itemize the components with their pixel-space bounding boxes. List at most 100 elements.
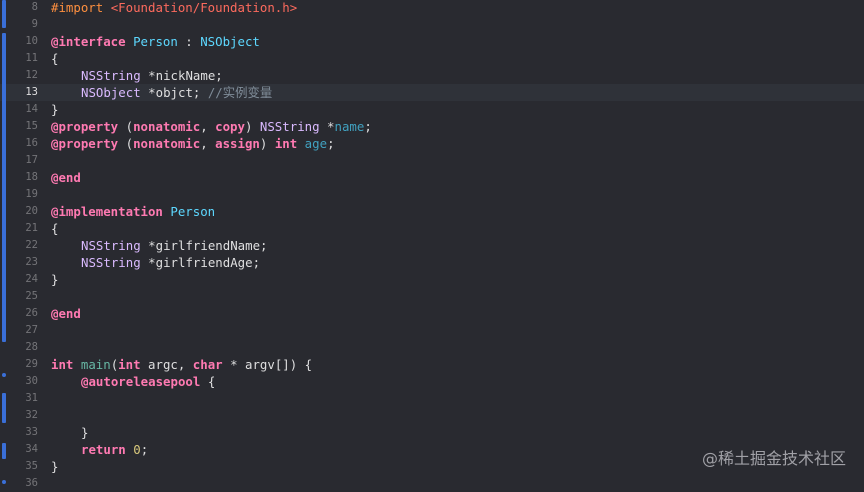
change-bar[interactable] bbox=[2, 443, 6, 459]
code-line[interactable]: 31 bbox=[0, 390, 864, 407]
code-token: } bbox=[51, 272, 59, 287]
code-text[interactable]: int main(int argc, char * argv[]) { bbox=[51, 356, 312, 373]
code-token: nonatomic bbox=[133, 136, 201, 151]
code-token: assign bbox=[215, 136, 260, 151]
code-token: { bbox=[51, 221, 59, 236]
code-line[interactable]: 14} bbox=[0, 101, 864, 118]
code-line[interactable]: 33} bbox=[0, 424, 864, 441]
watermark: @稀土掘金技术社区 bbox=[701, 449, 846, 468]
code-token: return bbox=[81, 442, 126, 457]
code-line[interactable]: 30 @autoreleasepool { bbox=[0, 373, 864, 390]
code-text[interactable]: NSString *nickName; bbox=[51, 67, 223, 84]
code-token: *objct; bbox=[140, 85, 208, 100]
code-token: @autoreleasepool bbox=[81, 374, 201, 389]
code-token: int bbox=[118, 357, 141, 372]
code-line[interactable]: 13 NSObject *objct; //实例变量 bbox=[0, 84, 864, 101]
code-text[interactable]: { bbox=[51, 50, 58, 67]
code-token: nonatomic bbox=[133, 119, 201, 134]
code-token: #import bbox=[51, 0, 111, 15]
code-token: @end bbox=[51, 170, 81, 185]
code-text[interactable]: } bbox=[51, 424, 88, 441]
code-token: NSObject bbox=[81, 85, 141, 100]
code-line[interactable]: 21{ bbox=[0, 220, 864, 237]
code-token: *girlfriendAge; bbox=[140, 255, 261, 270]
code-line[interactable]: 18 @end bbox=[0, 169, 864, 186]
code-line[interactable]: 25 bbox=[0, 288, 864, 305]
code-token: * argv[]) { bbox=[222, 357, 313, 372]
code-token: @property bbox=[51, 119, 119, 134]
code-editor[interactable]: 36 35} 34 return 0; 33} 32 31 30 @autoreleasepoo… bbox=[0, 0, 864, 489]
code-token: @property bbox=[51, 136, 119, 151]
code-text[interactable]: } bbox=[51, 271, 58, 288]
change-bar[interactable] bbox=[2, 33, 6, 342]
code-text[interactable]: @end bbox=[51, 305, 81, 322]
code-token: argc, bbox=[140, 357, 193, 372]
code-text[interactable]: NSObject *objct; //实例变量 bbox=[51, 84, 272, 101]
code-text[interactable]: { bbox=[51, 220, 58, 237]
code-token: NSObject bbox=[200, 34, 260, 49]
code-line[interactable]: 16 @property (nonatomic, assign) int age; bbox=[0, 135, 864, 152]
line-number: 29 bbox=[25, 358, 38, 370]
code-line[interactable]: 23 NSString *girlfriendAge; bbox=[0, 254, 864, 271]
change-indicator[interactable] bbox=[2, 373, 6, 377]
code-line[interactable]: 17 bbox=[0, 152, 864, 169]
code-line[interactable]: 12 NSString *nickName; bbox=[0, 67, 864, 84]
code-token: , bbox=[200, 136, 216, 151]
code-text[interactable]: @autoreleasepool { bbox=[51, 373, 215, 390]
line-number: 33 bbox=[25, 426, 38, 438]
code-token: NSString bbox=[259, 119, 320, 134]
code-text[interactable]: @implementation Person bbox=[51, 203, 215, 220]
code-line[interactable]: 22 NSString *girlfriendName; bbox=[0, 237, 864, 254]
code-line[interactable]: 11{ bbox=[0, 50, 864, 67]
code-token: : bbox=[177, 34, 201, 49]
code-token: <Foundation/Foundation.h> bbox=[110, 0, 298, 15]
change-bar[interactable] bbox=[2, 393, 6, 423]
code-line[interactable]: 24} bbox=[0, 271, 864, 288]
code-token: NSString bbox=[81, 68, 141, 83]
code-text[interactable]: } bbox=[51, 101, 58, 118]
code-token: NSString bbox=[81, 255, 141, 270]
code-text[interactable]: @property (nonatomic, copy) NSString *na… bbox=[51, 118, 372, 135]
change-bar[interactable] bbox=[2, 0, 6, 28]
code-text[interactable]: @end bbox=[51, 169, 81, 186]
code-line[interactable]: 20 @implementation Person bbox=[0, 203, 864, 220]
code-token: age bbox=[304, 136, 328, 151]
code-token: @implementation bbox=[51, 204, 171, 219]
code-token: char bbox=[192, 357, 223, 372]
code-text[interactable]: return 0; bbox=[51, 441, 148, 458]
code-token: ( bbox=[118, 119, 134, 134]
code-token: , bbox=[200, 119, 216, 134]
code-token: } bbox=[81, 425, 89, 440]
code-text[interactable]: NSString *girlfriendName; bbox=[51, 237, 268, 254]
code-text[interactable]: NSString *girlfriendAge; bbox=[51, 254, 260, 271]
code-line[interactable]: 10 @interface Person : NSObject bbox=[0, 33, 864, 50]
code-token: { bbox=[200, 374, 216, 389]
code-line[interactable]: 27 bbox=[0, 322, 864, 339]
code-text[interactable]: @interface Person : NSObject bbox=[51, 33, 260, 50]
code-line[interactable]: 28 bbox=[0, 339, 864, 356]
code-line[interactable]: 9 bbox=[0, 16, 864, 33]
code-token: copy bbox=[215, 119, 245, 134]
code-token: ) bbox=[244, 119, 260, 134]
code-token: 0 bbox=[133, 442, 141, 457]
code-line[interactable]: 29 int main(int argc, char * argv[]) { bbox=[0, 356, 864, 373]
line-number: 36 bbox=[25, 477, 38, 489]
code-token: Person bbox=[170, 204, 216, 219]
code-token: @end bbox=[51, 306, 81, 321]
code-line[interactable]: 32 bbox=[0, 407, 864, 424]
code-text[interactable]: #import <Foundation/Foundation.h> bbox=[51, 0, 297, 16]
code-text[interactable]: @property (nonatomic, assign) int age; bbox=[51, 135, 335, 152]
code-token: { bbox=[51, 51, 59, 66]
code-token: ) bbox=[259, 136, 275, 151]
change-indicator[interactable] bbox=[2, 480, 6, 484]
code-line[interactable]: 26 @end bbox=[0, 305, 864, 322]
code-token: NSString bbox=[81, 238, 141, 253]
code-line[interactable]: 19 bbox=[0, 186, 864, 203]
code-line[interactable]: 8 #import <Foundation/Foundation.h> bbox=[0, 0, 864, 16]
line-number: 35 bbox=[25, 460, 38, 472]
code-line[interactable]: 15 @property (nonatomic, copy) NSString *… bbox=[0, 118, 864, 135]
code-token: int bbox=[274, 136, 298, 151]
code-text[interactable]: } bbox=[51, 458, 58, 475]
code-line[interactable]: 36 bbox=[0, 475, 864, 492]
